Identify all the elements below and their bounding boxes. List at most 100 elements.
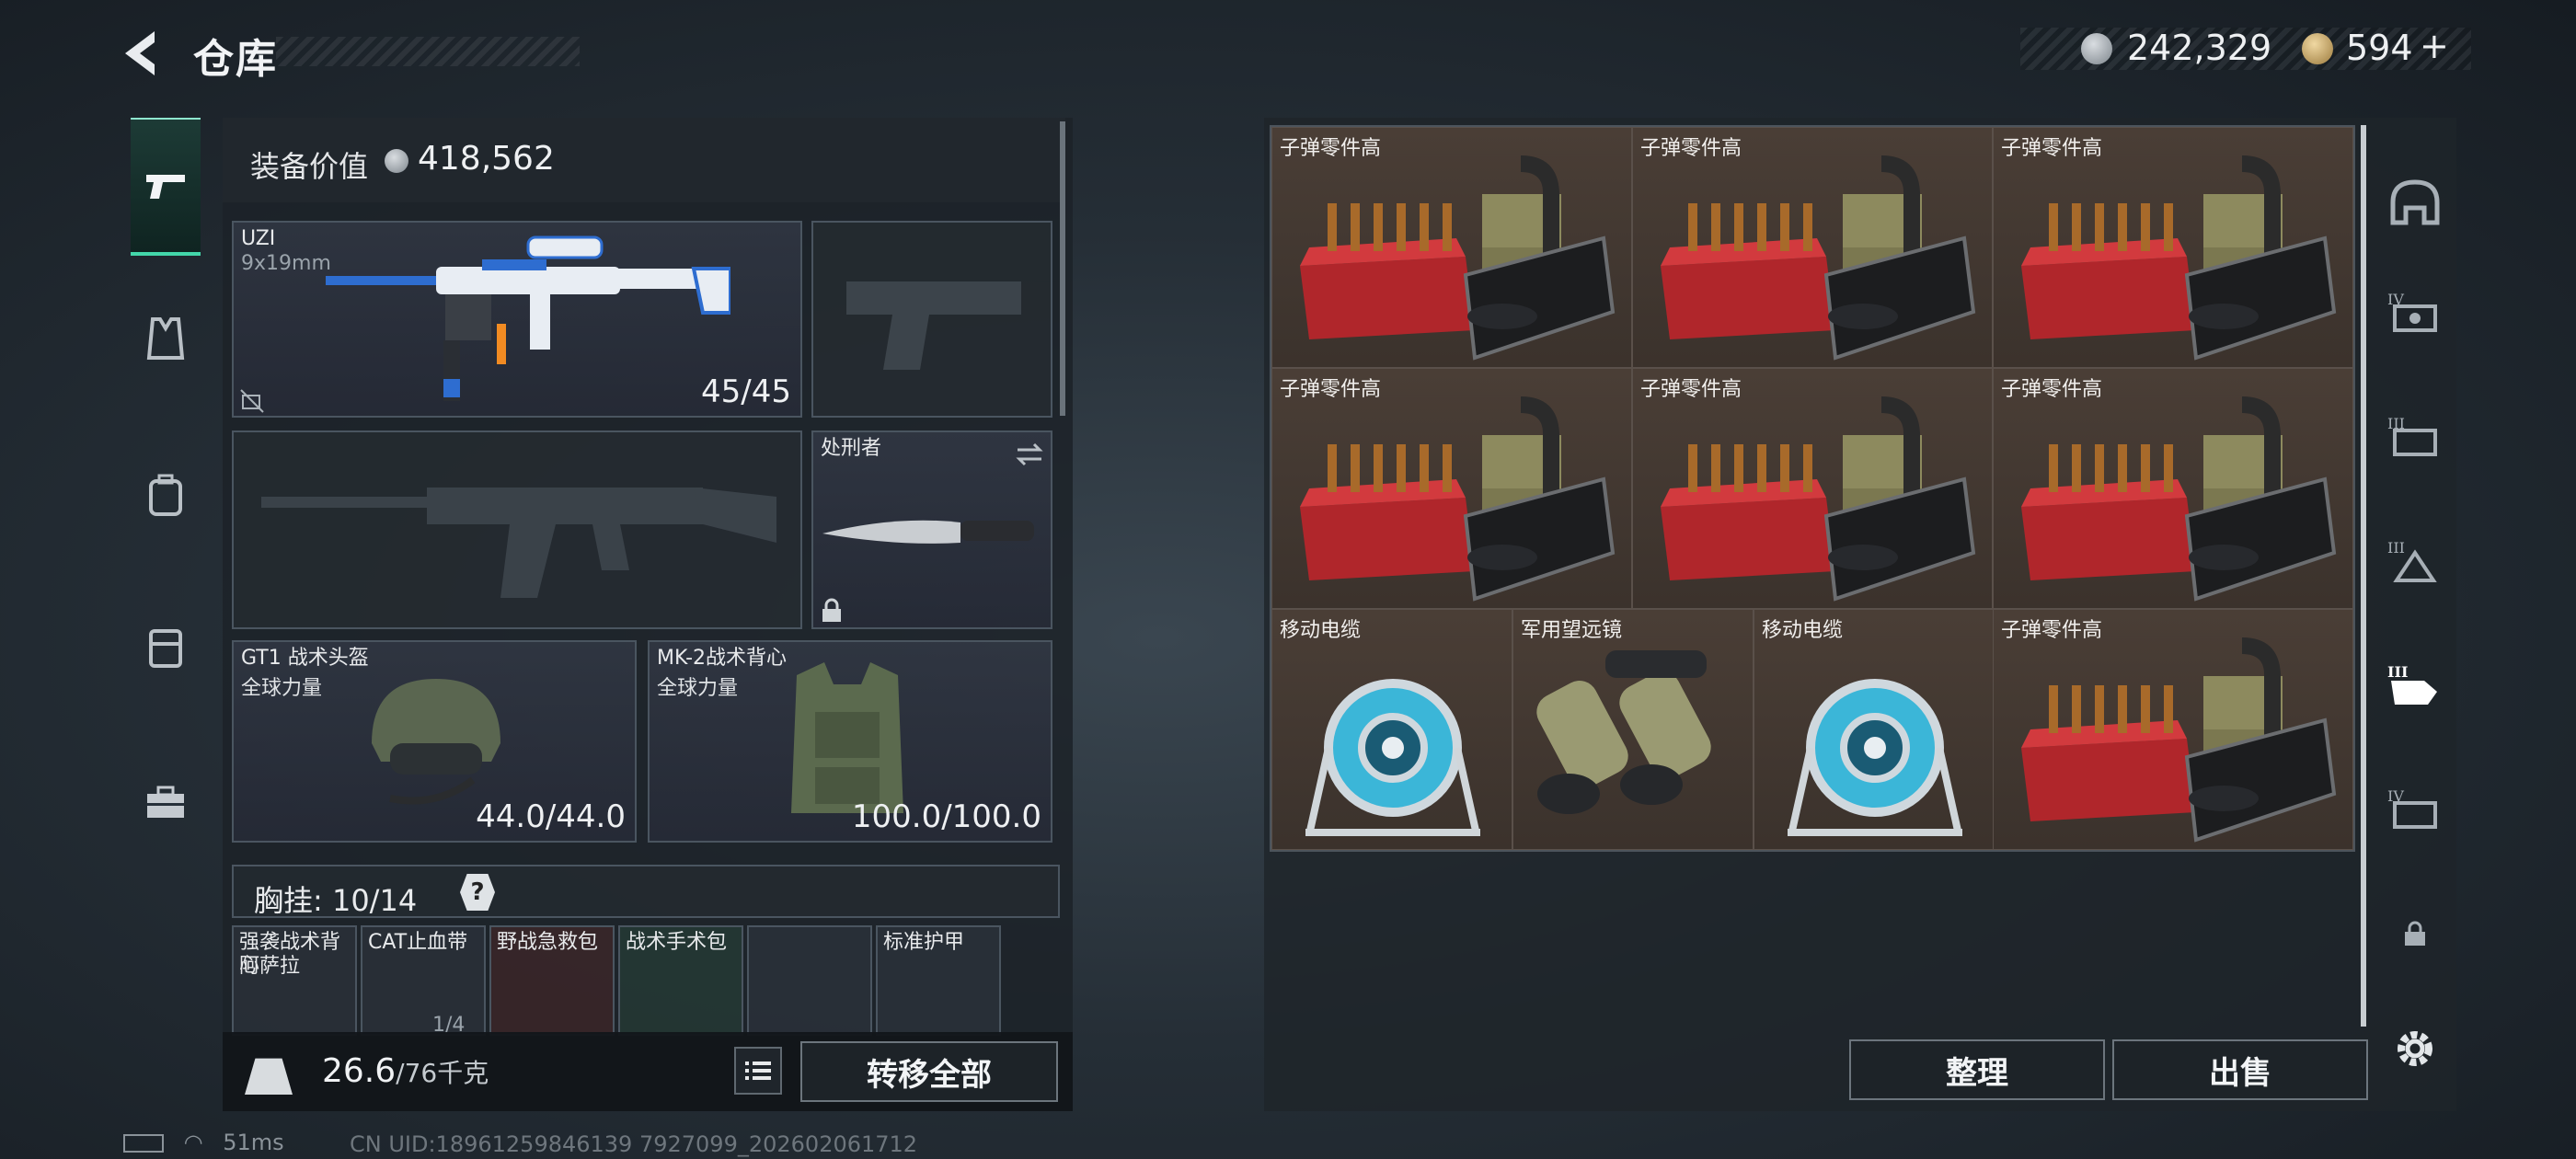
storage-item-ammo[interactable]: 子弹零件高 [1271, 127, 1632, 368]
storage-grid: 子弹零件高 子弹零件高 子弹零件高 子弹零件高 子弹零件高 子弹零件高 移动电缆… [1270, 125, 2355, 852]
tab-tier-iii-active[interactable]: III [2377, 639, 2453, 731]
rig-item-first-aid[interactable]: 野战急救包 [489, 925, 615, 1036]
equipment-scrollbar[interactable] [1060, 121, 1065, 416]
case-icon [149, 629, 182, 668]
melee-name: 处刑者 [821, 437, 882, 460]
no-attachment-icon [240, 389, 264, 413]
rig-item-tourniquet[interactable]: CAT止血带 1/4 [361, 925, 486, 1036]
tab-tier-iii-armor[interactable]: III [2377, 515, 2453, 607]
rig-item-name: 战术手术包 [626, 931, 728, 954]
rig-item-standard-armor[interactable]: 标准护甲 [876, 925, 1001, 1036]
weight-capacity: /76千克 [396, 1058, 489, 1088]
helmet-tab-icon [2390, 179, 2440, 225]
weapon-ammo: 45/45 [701, 373, 791, 410]
helmet-durability: 44.0/44.0 [476, 798, 626, 835]
briefcase-icon [147, 786, 184, 818]
lock-icon [2405, 921, 2425, 946]
storage-item-binoculars[interactable]: 军用望远镜 [1512, 609, 1754, 850]
item-label: 子弹零件高 [2001, 378, 2103, 401]
armor-brand: 全球力量 [657, 677, 739, 700]
binoculars-image [1536, 650, 1711, 814]
list-view-button[interactable] [734, 1047, 782, 1095]
silver-coin-icon [2081, 33, 2112, 64]
wifi-icon: ◠ [183, 1130, 203, 1155]
weight-icon [245, 1058, 293, 1095]
item-label: 移动电缆 [1280, 619, 1362, 642]
category-weapons[interactable] [131, 118, 201, 256]
tab-helmet[interactable] [2377, 156, 2453, 248]
silver-coin-icon [385, 149, 408, 173]
primary-weapon-slot[interactable]: UZI 9x19mm 45/45 [232, 221, 802, 418]
currency-primary: 242,329 [2127, 28, 2272, 68]
storage-item-ammo[interactable]: 子弹零件高 [1632, 368, 1993, 609]
list-icon [745, 1061, 771, 1080]
category-briefcase[interactable] [131, 734, 201, 872]
settings-button[interactable] [2377, 1003, 2453, 1095]
equipment-header: 装备价值 418,562 [223, 118, 1065, 202]
currency-secondary: 594 [2346, 28, 2413, 68]
item-label: 子弹零件高 [2001, 619, 2103, 642]
rig-item-assault-vest[interactable]: 强袭战术背心 阿萨拉 [232, 925, 357, 1036]
cable-image [1305, 679, 1480, 836]
swap-icon[interactable] [1014, 442, 1045, 467]
rig-item-name: 野战急救包 [497, 931, 599, 954]
status-bar: ◠ 51ms [123, 1130, 284, 1155]
armor-slot[interactable]: MK-2战术背心 全球力量 100.0/100.0 [648, 640, 1052, 843]
tab-tier-iv[interactable]: IV [2377, 267, 2453, 359]
page-title: 仓库 [193, 36, 278, 83]
storage-item-ammo[interactable]: 子弹零件高 [1993, 609, 2353, 850]
armor-name: MK-2战术背心 [657, 647, 788, 670]
rig-item-sub: 阿萨拉 [239, 955, 301, 978]
battery-icon [123, 1134, 164, 1153]
melee-slot[interactable]: 处刑者 [811, 430, 1052, 629]
ammo-image [1300, 155, 1616, 361]
back-button[interactable] [118, 28, 167, 79]
weight-current: 26.6 [322, 1052, 397, 1090]
lock-icon [822, 598, 841, 622]
secondary-weapon-slot[interactable] [232, 430, 802, 629]
ammo-image [2021, 637, 2337, 843]
sort-button[interactable]: 整理 [1849, 1039, 2105, 1100]
category-vest[interactable] [131, 270, 201, 407]
ammo-image [1661, 396, 1976, 602]
tier-iv-alt-tab-icon: IV [2387, 787, 2437, 829]
storage-scrollbar[interactable] [2361, 125, 2366, 1027]
storage-item-ammo[interactable]: 子弹零件高 [1271, 368, 1632, 609]
helmet-name: GT1 战术头盔 [241, 647, 369, 670]
storage-item-ammo[interactable]: 子弹零件高 [1632, 127, 1993, 368]
tab-locked[interactable] [2377, 888, 2453, 980]
tier-iii-armor-tab-icon: III [2387, 539, 2437, 582]
tab-tier-iii[interactable]: III [2377, 391, 2453, 483]
rig-item-surgery-kit[interactable]: 战术手术包 [618, 925, 743, 1036]
transfer-all-button[interactable]: 转移全部 [800, 1041, 1058, 1102]
tier-iii-tab-icon: III [2387, 415, 2437, 456]
help-button[interactable]: ? [460, 874, 495, 911]
weapon-name: UZI [241, 227, 276, 250]
storage-item-cable[interactable]: 移动电缆 [1271, 609, 1512, 850]
knife-image [822, 520, 1034, 544]
category-nav [120, 118, 212, 881]
helmet-slot[interactable]: GT1 战术头盔 全球力量 44.0/44.0 [232, 640, 637, 843]
storage-item-ammo[interactable]: 子弹零件高 [1993, 127, 2353, 368]
equipment-value: 418,562 [418, 140, 555, 178]
uzi-weapon-image [326, 235, 730, 401]
rig-item-empty[interactable] [747, 925, 872, 1036]
svg-text:III: III [2387, 539, 2405, 557]
user-uid: CN UID:18961259846139 7927099_2026020617… [350, 1131, 918, 1157]
back-arrow-icon [125, 31, 155, 75]
storage-item-cable[interactable]: 移动电缆 [1754, 609, 1995, 850]
tab-tier-iv-alt[interactable]: IV [2377, 763, 2453, 855]
item-label: 子弹零件高 [2001, 137, 2103, 160]
category-case[interactable] [131, 578, 201, 716]
storage-item-ammo[interactable]: 子弹零件高 [1993, 368, 2353, 609]
sell-button[interactable]: 出售 [2112, 1039, 2368, 1100]
pistol-slot[interactable] [811, 221, 1052, 418]
category-backpack[interactable] [131, 426, 201, 564]
ammo-image [2021, 396, 2337, 602]
item-label: 移动电缆 [1762, 619, 1844, 642]
settings-gear-icon [2398, 1031, 2432, 1066]
title-decoration [276, 37, 580, 66]
pistol-icon [146, 175, 185, 199]
add-currency-button[interactable]: + [2420, 26, 2449, 66]
equipment-panel: 装备价值 418,562 UZI 9x19mm 45/45 处刑者 GT1 战术… [223, 118, 1073, 1111]
